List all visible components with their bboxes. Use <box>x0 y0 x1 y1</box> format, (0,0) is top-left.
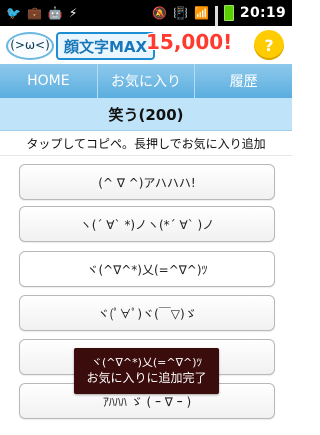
battery-icon <box>223 5 234 21</box>
category-title: 笑う(200) <box>0 98 292 131</box>
app-header: (>ω<) 顔文字MAX 15,000! ? <box>0 26 292 65</box>
usb-icon: ⚡ <box>68 6 78 20</box>
main-nav: HOME お気に入り 履歴 <box>0 64 292 98</box>
tab-history[interactable]: 履歴 <box>195 64 292 98</box>
help-button[interactable]: ? <box>254 30 284 60</box>
logo-face: (>ω<) <box>6 32 54 60</box>
list-item[interactable]: ヾ(ﾟ∀ﾟ)ヾ(￣▽)ゞ <box>19 295 275 331</box>
list-item[interactable]: ヽ(´ ∀` *)ノヽ(*´ ∀` )ノ <box>19 206 275 242</box>
briefcase-icon: 💼 <box>26 6 42 20</box>
toast-emoticon: ヾ(^∇^*)乂(=^∇^)ﾂ <box>91 356 202 369</box>
tab-home[interactable]: HOME <box>0 64 98 98</box>
help-icon: ? <box>264 35 274 55</box>
tab-favorites[interactable]: お気に入り <box>98 64 196 98</box>
vibrate-icon: 📳 <box>173 6 188 20</box>
clock-time: 20:19 <box>239 5 286 21</box>
usage-hint: タップしてコピペ。長押しでお気に入り追加 <box>0 131 292 156</box>
wifi-icon: 📶 <box>193 6 209 20</box>
app-count: 15,000! <box>146 30 233 54</box>
app-title: 顔文字MAX <box>56 32 156 60</box>
status-bar: 🐦 💼 🤖 ⚡ 🔕 📳 📶 20:19 <box>0 0 292 40</box>
list-item[interactable]: ヾ(^∇^*)乂(=^∇^)ﾂ <box>19 251 275 287</box>
status-right-icons: 🔕 📳 📶 20:19 <box>152 5 286 40</box>
toast-notification: ヾ(^∇^*)乂(=^∇^)ﾂ お気に入りに追加完了 <box>74 348 219 394</box>
toast-message: お気に入りに追加完了 <box>86 371 207 385</box>
list-item[interactable]: (^ ∇ ^)アハハハ! <box>19 164 275 200</box>
signal-icon <box>214 6 218 40</box>
mute-icon: 🔕 <box>152 6 168 20</box>
status-left-icons: 🐦 💼 🤖 ⚡ <box>6 7 77 19</box>
twitter-bird-icon: 🐦 <box>6 6 21 20</box>
android-icon: 🤖 <box>47 6 63 20</box>
